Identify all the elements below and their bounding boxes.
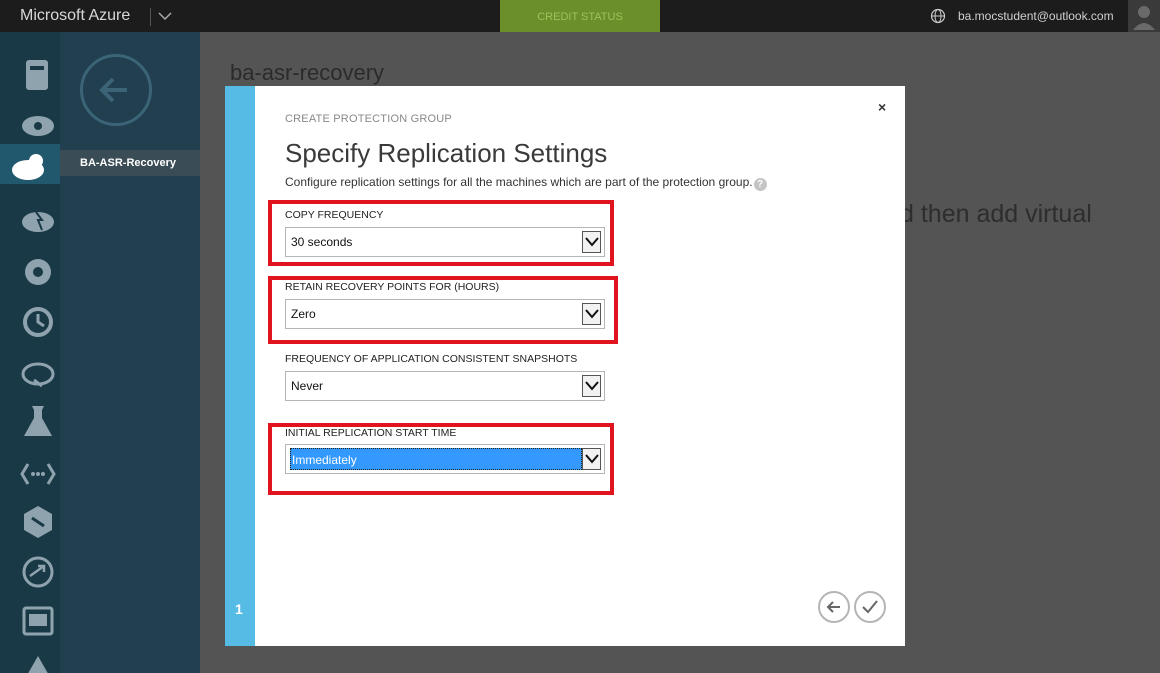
top-bar: Microsoft Azure CREDIT STATUS ba.mocstud…: [0, 0, 1160, 32]
page-title: ba-asr-recovery: [230, 60, 385, 85]
chevron-down-icon[interactable]: [582, 448, 601, 470]
description-text: Configure replication settings for all t…: [285, 175, 753, 189]
dialog-description: Configure replication settings for all t…: [285, 175, 767, 191]
copy-frequency-value: 30 seconds: [291, 235, 353, 249]
traffic-manager-icon[interactable]: [10, 598, 54, 638]
page-hint-text: d then add virtual: [900, 200, 1092, 228]
cloud-services-icon[interactable]: [10, 100, 54, 140]
retain-recovery-points-select[interactable]: Zero: [285, 299, 605, 329]
user-avatar-icon[interactable]: [1128, 0, 1160, 32]
app-consistent-snapshots-label: FREQUENCY OF APPLICATION CONSISTENT SNAP…: [285, 353, 578, 365]
left-rail: [0, 32, 60, 673]
scheduler-icon[interactable]: [10, 298, 53, 338]
wizard-step-strip: 1: [225, 86, 255, 646]
recovery-services-icon[interactable]: [0, 144, 60, 184]
globe-icon[interactable]: [930, 8, 946, 24]
chevron-down-icon[interactable]: [582, 231, 601, 253]
brand-title[interactable]: Microsoft Azure: [20, 7, 130, 25]
chevron-down-icon[interactable]: [582, 303, 601, 325]
create-protection-group-dialog: 1 × CREATE PROTECTION GROUP Specify Repl…: [225, 86, 905, 646]
machine-learning-icon[interactable]: [10, 398, 52, 438]
hdinsight-icon[interactable]: [10, 196, 54, 236]
cloud-sync-icon[interactable]: [10, 350, 55, 390]
close-icon[interactable]: ×: [878, 99, 886, 115]
account-email[interactable]: ba.mocstudent@outlook.com: [958, 9, 1114, 23]
chevron-down-icon[interactable]: [157, 9, 173, 23]
copy-frequency-select[interactable]: 30 seconds: [285, 227, 605, 257]
networks-icon[interactable]: [10, 548, 54, 588]
retain-recovery-points-value: Zero: [291, 307, 316, 321]
app-consistent-snapshots-select[interactable]: Never: [285, 371, 605, 401]
initial-replication-start-label: INITIAL REPLICATION START TIME: [285, 427, 457, 439]
biztalk-icon[interactable]: [10, 498, 52, 538]
storage-icon[interactable]: [10, 52, 50, 92]
subnav-item-ba-asr-recovery[interactable]: BA-ASR-Recovery: [60, 150, 200, 176]
retain-recovery-points-label: RETAIN RECOVERY POINTS FOR (HOURS): [285, 281, 500, 293]
initial-replication-start-value: Immediately: [290, 448, 582, 470]
copy-frequency-label: COPY FREQUENCY: [285, 209, 384, 221]
step-number: 1: [235, 601, 243, 617]
alert-icon[interactable]: [10, 646, 50, 673]
checkmark-icon: [862, 600, 878, 614]
initial-replication-start-select[interactable]: Immediately: [285, 444, 605, 474]
back-button[interactable]: [818, 591, 850, 623]
chevron-down-icon[interactable]: [582, 375, 601, 397]
automation-icon[interactable]: [10, 248, 51, 288]
dialog-subtitle: CREATE PROTECTION GROUP: [285, 113, 452, 125]
arrow-left-icon: [826, 601, 840, 613]
help-icon[interactable]: ?: [753, 178, 767, 191]
app-consistent-snapshots-value: Never: [291, 379, 324, 393]
sub-nav: BA-ASR-Recovery: [60, 32, 200, 673]
arrow-left-circle-icon[interactable]: [80, 54, 152, 126]
confirm-button[interactable]: [854, 591, 886, 623]
credit-status-button[interactable]: CREDIT STATUS: [500, 0, 660, 32]
api-management-icon[interactable]: [10, 450, 56, 490]
dialog-title: Specify Replication Settings: [285, 138, 608, 168]
brand-divider: [150, 8, 151, 26]
